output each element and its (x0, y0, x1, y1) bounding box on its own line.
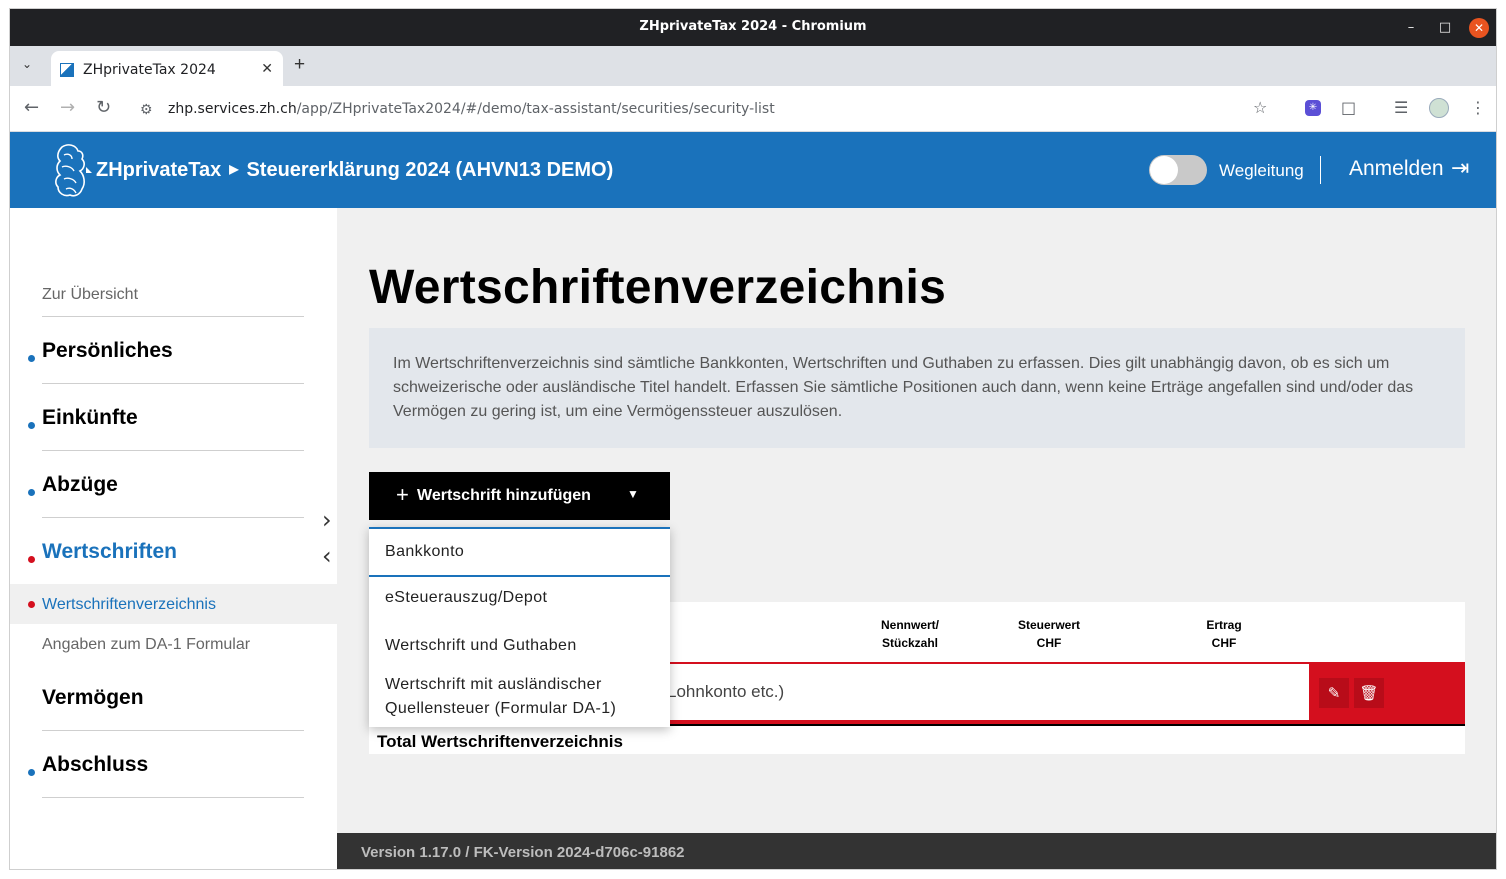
edit-pencil-icon[interactable]: ✎ (1319, 678, 1349, 708)
expand-chevron-right-icon[interactable]: › (322, 506, 332, 534)
sidebar-item-vermoegen[interactable]: Vermögen (42, 686, 144, 710)
dropdown-item-wertschrift-guthaben[interactable]: Wertschrift und Guthaben (369, 637, 670, 655)
address-bar[interactable]: ⚙ zhp.services.zh.ch/app/ZHprivateTax202… (128, 93, 1278, 126)
login-link[interactable]: Anmelden (1349, 157, 1444, 181)
header-divider (1320, 156, 1321, 184)
column-header-line: CHF (1036, 636, 1062, 650)
column-header-line: Steuerwert (1017, 618, 1081, 632)
bullet-icon (28, 769, 35, 776)
url-path: /app/ZHprivateTax2024/#/demo/tax-assista… (296, 101, 775, 117)
tab-close-icon[interactable]: ✕ (261, 60, 273, 77)
sidebar-divider (42, 730, 304, 731)
bullet-icon (28, 556, 35, 563)
tab-title: ZHprivateTax 2024 (83, 62, 216, 78)
add-security-label: Wertschrift hinzufügen (417, 487, 591, 504)
wegleitung-label[interactable]: Wegleitung (1219, 161, 1304, 181)
sidebar-divider (42, 517, 304, 518)
bullet-icon (28, 489, 35, 496)
info-box: Im Wertschriftenverzeichnis sind sämtlic… (369, 328, 1465, 448)
total-label: Total Wertschriftenverzeichnis (377, 732, 623, 751)
tab-search-chevron-icon[interactable]: ⌄ (22, 57, 32, 71)
sidebar-divider (42, 450, 304, 451)
column-header-line: Stückzahl (881, 636, 938, 650)
sidebar-item-wertschriften[interactable]: Wertschriften (42, 540, 177, 564)
browser-tab[interactable]: ZHprivateTax 2024 ✕ (51, 51, 283, 86)
window-title: ZHprivateTax 2024 - Chromium (639, 19, 867, 34)
toggle-knob (1150, 156, 1178, 184)
page-title: Wertschriftenverzeichnis (369, 261, 947, 314)
url-text[interactable]: zhp.services.zh.ch/app/ZHprivateTax2024/… (168, 101, 775, 117)
column-header-steuerwert[interactable]: Steuerwert CHF (1009, 616, 1089, 652)
page-subtitle: Steuererklärung 2024 (AHVN13 DEMO) (246, 159, 614, 181)
extension-icon[interactable]: ✳ (1305, 100, 1321, 116)
tab-strip: ⌄ ZHprivateTax 2024 ✕ + (10, 46, 1496, 86)
main-content: Wertschriftenverzeichnis Im Wertschrifte… (337, 208, 1496, 833)
bullet-icon (28, 355, 35, 362)
column-header-line: Nennwert/ (880, 618, 939, 632)
add-security-dropdown: Bankkonto eSteuerauszug/Depot Wertschrif… (369, 527, 670, 727)
table-row-text: Lohnkonto etc.) (667, 682, 785, 701)
login-arrow-icon[interactable]: ⇥ (1451, 156, 1469, 181)
breadcrumb-separator-icon: ▶ (229, 162, 239, 176)
browser-toolbar: ← → ↻ ⚙ zhp.services.zh.ch/app/ZHprivate… (10, 86, 1496, 132)
dropdown-item-bankkonto[interactable]: Bankkonto (369, 527, 670, 577)
forward-arrow-icon[interactable]: → (60, 97, 75, 118)
close-icon[interactable]: ✕ (1469, 18, 1489, 38)
url-host: zhp.services.zh.ch (168, 101, 297, 117)
sidebar-item-einkuenfte[interactable]: Einkünfte (42, 406, 138, 430)
column-header-line: CHF (1211, 636, 1237, 650)
menu-kebab-icon[interactable]: ⋮ (1470, 98, 1486, 117)
footer: Version 1.17.0 / FK-Version 2024-d706c-9… (337, 833, 1496, 869)
collapse-chevron-left-icon[interactable]: ‹ (322, 542, 332, 570)
zh-favicon-icon (60, 63, 74, 77)
column-header-ertrag[interactable]: Ertrag CHF (1189, 616, 1259, 652)
sidebar-item-abschluss[interactable]: Abschluss (42, 753, 148, 777)
sidebar-divider (42, 316, 304, 317)
column-header-line: Ertrag (1206, 618, 1242, 632)
column-header-nennwert[interactable]: Nennwert/ Stückzahl (875, 616, 945, 652)
sidebar: Zur Übersicht Persönliches Einkünfte Abz… (10, 208, 337, 869)
sidebar-item-persoenliches[interactable]: Persönliches (42, 339, 173, 363)
extensions-puzzle-icon[interactable]: □ (1341, 98, 1356, 117)
title-bar: ZHprivateTax 2024 - Chromium – □ ✕ (10, 9, 1496, 46)
bookmark-star-icon[interactable]: ☆ (1253, 98, 1267, 117)
wegleitung-toggle[interactable] (1149, 155, 1207, 185)
bullet-icon (28, 601, 35, 608)
breadcrumb: ZHprivateTax ▶ Steuererklärung 2024 (AHVN1… (96, 159, 613, 182)
site-info-icon[interactable]: ⚙ (140, 101, 153, 118)
plus-icon: + (396, 482, 409, 507)
sidebar-subitem-da1[interactable]: Angaben zum DA-1 Formular (42, 636, 250, 654)
brand-name[interactable]: ZHprivateTax (96, 159, 221, 181)
sidebar-item-abzuege[interactable]: Abzüge (42, 473, 118, 497)
browser-window: ZHprivateTax 2024 - Chromium – □ ✕ ⌄ ZHp… (9, 8, 1497, 870)
sidebar-subitem-wertschriftenverzeichnis[interactable]: Wertschriftenverzeichnis (42, 596, 216, 614)
version-text: Version 1.17.0 / FK-Version 2024-d706c-9… (361, 844, 685, 861)
sidebar-divider (42, 797, 304, 798)
dropdown-item-da1[interactable]: Wertschrift mit ausländischer Quellenste… (369, 673, 670, 721)
delete-trash-icon[interactable]: 🗑 (1354, 678, 1384, 708)
zurich-lion-logo-icon[interactable] (50, 143, 92, 199)
media-control-icon[interactable]: ☰ (1394, 98, 1408, 117)
profile-avatar-icon[interactable] (1429, 98, 1449, 118)
add-security-button[interactable]: + Wertschrift hinzufügen ▼ (369, 472, 670, 520)
new-tab-plus-icon[interactable]: + (294, 54, 305, 76)
sidebar-divider (42, 383, 304, 384)
dropdown-item-esteuerauszug[interactable]: eSteuerauszug/Depot (369, 589, 670, 607)
caret-down-icon: ▼ (627, 487, 639, 501)
maximize-icon[interactable]: □ (1435, 18, 1455, 38)
overview-link[interactable]: Zur Übersicht (42, 286, 138, 304)
app-header: ZHprivateTax ▶ Steuererklärung 2024 (AHVN1… (10, 132, 1496, 208)
minimize-icon[interactable]: – (1401, 18, 1421, 38)
reload-icon[interactable]: ↻ (96, 97, 111, 118)
bullet-icon (28, 422, 35, 429)
back-arrow-icon[interactable]: ← (24, 97, 39, 118)
